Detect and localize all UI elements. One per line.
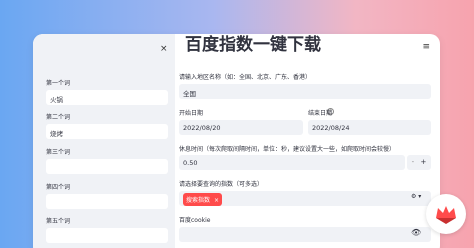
sidebar-close-button[interactable]: × — [160, 44, 168, 54]
cookie-label: 百度cookie — [179, 217, 211, 224]
start-date-label: 开始日期 — [179, 110, 204, 117]
gear-chevron-icon[interactable]: ⚙ ▾ — [411, 193, 421, 200]
start-date-input[interactable]: 2022/08/20 — [179, 120, 303, 135]
rest-plus-button[interactable]: + — [420, 158, 426, 166]
crown-icon — [436, 206, 456, 224]
rest-minus-button[interactable]: - — [412, 158, 415, 166]
end-date-input[interactable]: 2022/08/24 — [308, 120, 431, 135]
cookie-input[interactable] — [179, 227, 431, 242]
index-label: 请选择要查询的指数（可多选） — [179, 181, 264, 188]
word4-label: 第四个词 — [46, 184, 71, 191]
end-date-label: 结束日期 — [308, 110, 333, 117]
region-input[interactable]: 全国 — [179, 84, 431, 99]
rest-time-input[interactable]: 0.50 — [179, 155, 405, 170]
word3-label: 第三个词 — [46, 149, 71, 156]
main-panel: 百度指数一键下载 ≡ 请输入地区名称（如：全国、北京、广东、香港） 全国 开始日… — [175, 34, 440, 248]
streamlit-badge[interactable] — [426, 194, 466, 234]
word1-label: 第一个词 — [46, 80, 71, 87]
word4-input[interactable] — [46, 194, 168, 209]
index-tag-label: 搜索指数 — [186, 197, 211, 204]
word5-label: 第五个词 — [46, 218, 71, 225]
word2-input[interactable]: 烧烤 — [46, 124, 168, 139]
index-tag[interactable]: 搜索指数 × — [183, 193, 222, 206]
region-label: 请输入地区名称（如：全国、北京、广东、香港） — [179, 74, 312, 81]
word3-input[interactable] — [46, 159, 168, 174]
menu-button[interactable]: ≡ — [422, 42, 430, 52]
tag-remove-icon[interactable]: × — [214, 197, 219, 204]
page-title: 百度指数一键下载 — [185, 35, 321, 55]
rest-stepper: - + — [407, 155, 431, 170]
eye-icon[interactable]: 👁 — [411, 228, 421, 237]
word2-label: 第二个词 — [46, 114, 71, 121]
sidebar: × 第一个词 火锅 第二个词 烧烤 第三个词 第四个词 第五个词 — [33, 34, 175, 248]
rest-time-label: 休息时间（每次爬取间隔时间，单位：秒，建议设置大一些，如爬取时间会较慢） — [179, 146, 396, 153]
app-window: × 第一个词 火锅 第二个词 烧烤 第三个词 第四个词 第五个词 百度指数一键下… — [33, 34, 440, 248]
word5-input[interactable] — [46, 228, 168, 243]
word1-input[interactable]: 火锅 — [46, 90, 168, 105]
